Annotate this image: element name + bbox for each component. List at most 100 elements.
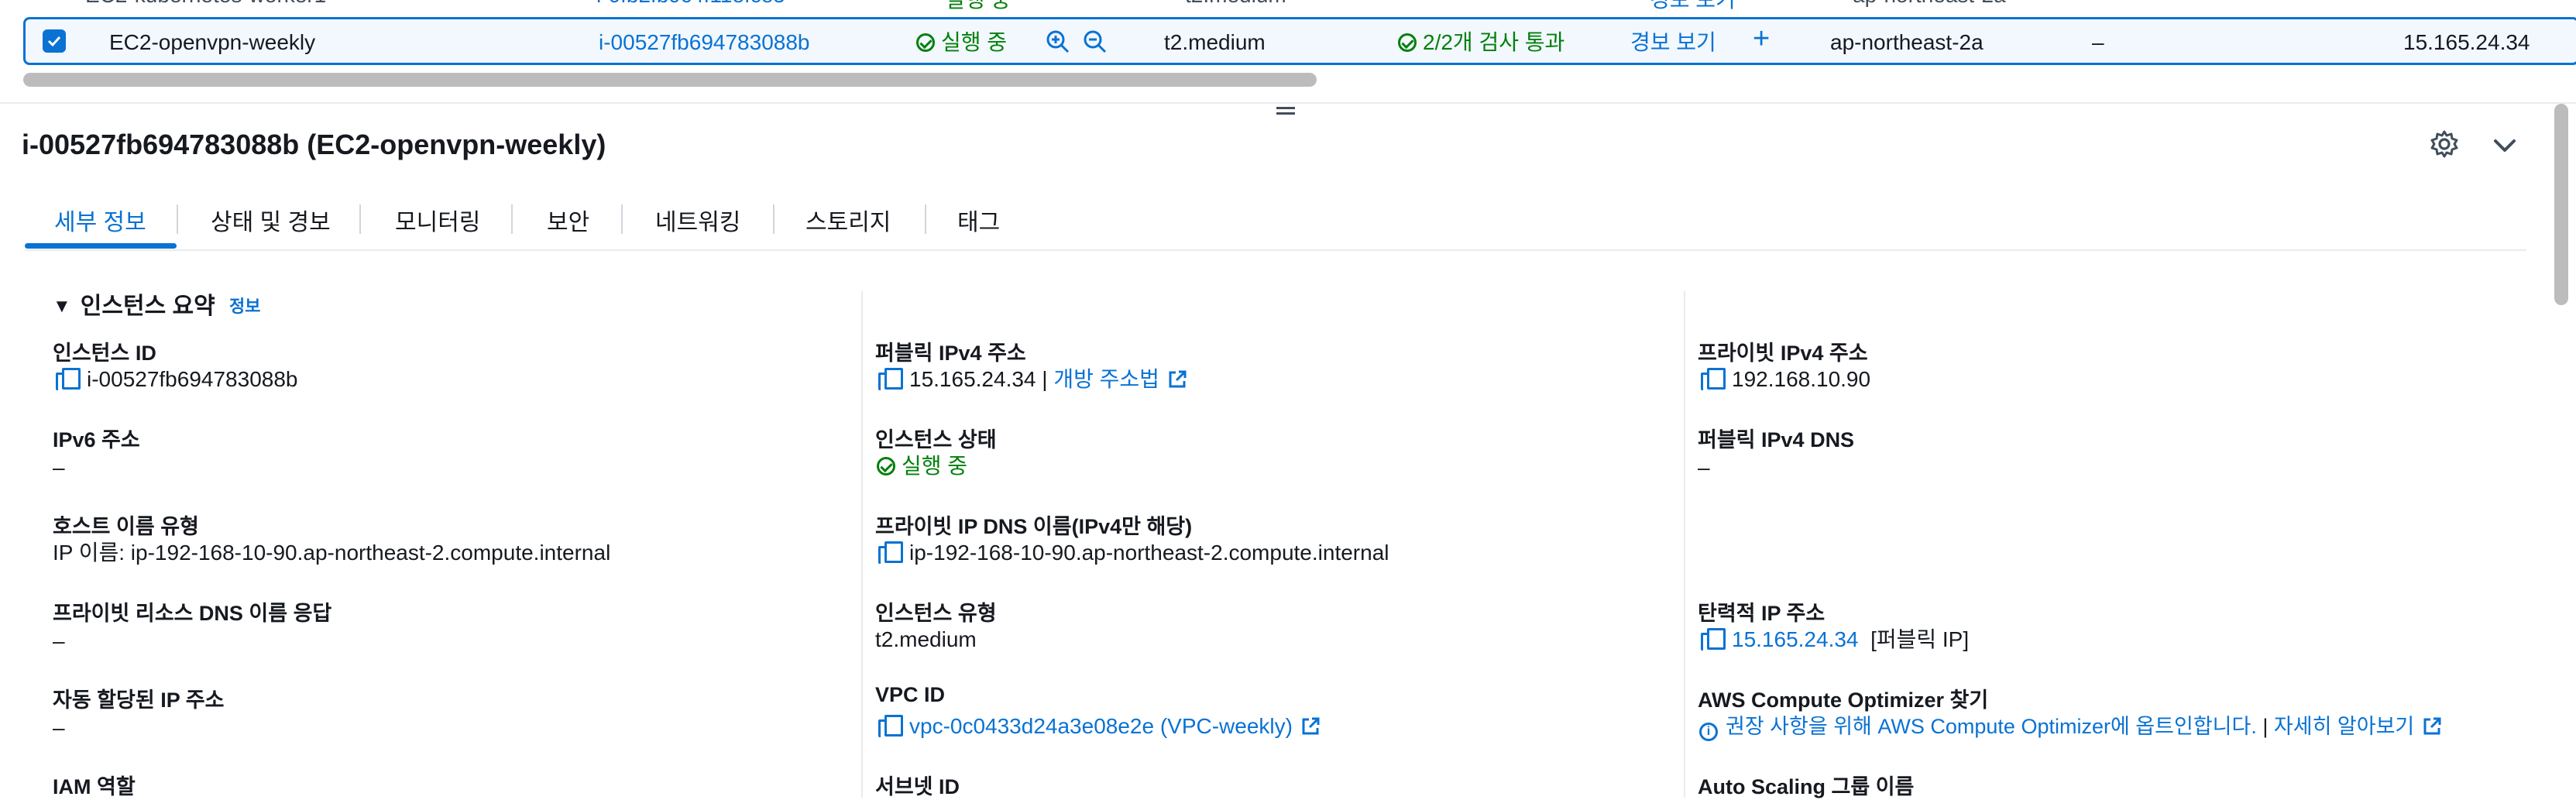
split-panel-drag-handle[interactable] bbox=[1276, 105, 1295, 116]
copy-icon[interactable] bbox=[878, 715, 903, 738]
table-row-selected[interactable]: EC2-openvpn-weekly i-00527fb694783088b 실… bbox=[23, 17, 2576, 65]
active-tab-indicator bbox=[25, 243, 177, 249]
external-link-icon[interactable] bbox=[2422, 716, 2442, 736]
vpc-id-label: VPC ID bbox=[875, 683, 946, 706]
resource-dns-label: 프라이빗 리소스 DNS 이름 응답 bbox=[53, 602, 332, 625]
caret-down-icon: ▼ bbox=[53, 296, 71, 317]
prev-row-alarm-link[interactable]: 경보 보기 bbox=[1650, 0, 1736, 14]
row-state-text: 실행 중 bbox=[941, 30, 1008, 54]
tab-status-alarms[interactable]: 상태 및 경보 bbox=[211, 203, 331, 237]
prev-row-name: EC2-kubernetes-worker1 bbox=[85, 0, 326, 8]
ipv6-label: IPv6 주소 bbox=[53, 428, 140, 452]
resource-dns-value: – bbox=[53, 629, 65, 653]
row-availability-zone: ap-northeast-2a bbox=[1830, 30, 1984, 54]
instance-id-text: i-00527fb694783088b bbox=[87, 367, 298, 391]
row-instance-id-link[interactable]: i-00527fb694783088b bbox=[599, 31, 809, 54]
copy-icon[interactable] bbox=[1701, 628, 1726, 651]
public-dns-value: – bbox=[1698, 455, 1710, 479]
hostname-type-label: 호스트 이름 유형 bbox=[53, 515, 199, 538]
private-dns-label: 프라이빗 IP DNS 이름(IPv4만 해당) bbox=[875, 515, 1193, 538]
iam-role-label: IAM 역할 bbox=[53, 775, 136, 798]
vpc-id-link[interactable]: vpc-0c0433d24a3e08e2e (VPC-weekly) bbox=[909, 714, 1293, 738]
tab-divider bbox=[773, 204, 775, 234]
instance-state-text: 실행 중 bbox=[902, 454, 968, 478]
success-icon bbox=[1398, 33, 1417, 52]
table-row-previous[interactable]: EC2-kubernetes-worker1 i-0fb2fb9c4f11efc… bbox=[23, 0, 2548, 12]
optimizer-value: i 권장 사항을 위해 AWS Compute Optimizer에 옵트인합니다… bbox=[1699, 714, 2442, 741]
hostname-type-value: IP 이름: ip-192-168-10-90.ap-northeast-2.c… bbox=[53, 541, 611, 565]
open-address-link[interactable]: 개방 주소법 bbox=[1053, 367, 1159, 391]
asg-name-label: Auto Scaling 그룹 이름 bbox=[1698, 775, 1915, 798]
tab-details[interactable]: 세부 정보 bbox=[54, 203, 146, 237]
public-ipv4-text: 15.165.24.34 bbox=[909, 367, 1036, 391]
instance-state-value: 실행 중 bbox=[877, 454, 967, 479]
learn-more-link[interactable]: 자세히 알아보기 bbox=[2274, 715, 2414, 738]
add-alarm-button[interactable]: + bbox=[1753, 24, 1770, 53]
elastic-ip-value: 15.165.24.34 [퍼블릭 IP] bbox=[1701, 627, 1969, 652]
instance-type-value: t2.medium bbox=[875, 627, 977, 651]
info-icon: i bbox=[1699, 723, 1718, 741]
auto-ip-label: 자동 할당된 IP 주소 bbox=[53, 688, 225, 712]
tab-divider bbox=[925, 204, 926, 234]
check-icon bbox=[47, 36, 61, 47]
private-ipv4-value: 192.168.10.90 bbox=[1701, 367, 1870, 392]
page-title: i-00527fb694783088b (EC2-openvpn-weekly) bbox=[22, 129, 606, 160]
row-status-check-text: 2/2개 검사 통과 bbox=[1423, 30, 1565, 54]
row-alarm-link[interactable]: 경보 보기 bbox=[1630, 31, 1716, 54]
private-dns-value: ip-192-168-10-90.ap-northeast-2.compute.… bbox=[878, 541, 1389, 565]
column-divider bbox=[1684, 291, 1685, 798]
copy-icon[interactable] bbox=[878, 368, 903, 391]
elastic-ip-suffix: [퍼블릭 IP] bbox=[1870, 627, 1970, 651]
copy-icon[interactable] bbox=[56, 368, 81, 391]
separator: | bbox=[2262, 715, 2269, 738]
instance-summary-toggle[interactable]: ▼ 인스턴스 요약 bbox=[53, 287, 215, 321]
tab-security[interactable]: 보안 bbox=[547, 203, 589, 237]
info-link[interactable]: 정보 bbox=[229, 293, 260, 318]
detail-tabs: 세부 정보 상태 및 경보 모니터링 보안 네트워킹 스토리지 태그 bbox=[25, 198, 2526, 251]
private-dns-text: ip-192-168-10-90.ap-northeast-2.compute.… bbox=[909, 541, 1389, 565]
external-link-icon[interactable] bbox=[1300, 716, 1321, 736]
zoom-out-icon[interactable] bbox=[1082, 29, 1108, 55]
tab-networking[interactable]: 네트워킹 bbox=[655, 203, 740, 237]
subnet-id-label: 서브넷 ID bbox=[875, 775, 960, 798]
tab-monitoring[interactable]: 모니터링 bbox=[395, 203, 480, 237]
instance-id-value: i-00527fb694783088b bbox=[56, 367, 297, 392]
elastic-ip-label: 탄력적 IP 주소 bbox=[1698, 602, 1826, 625]
prev-row-instance-id[interactable]: i-0fb2fb9c4f11efce5 bbox=[596, 0, 785, 8]
ipv6-value: – bbox=[53, 455, 65, 479]
separator: | bbox=[1042, 367, 1048, 391]
row-status-check: 2/2개 검사 통과 bbox=[1398, 31, 1564, 54]
vpc-id-value: vpc-0c0433d24a3e08e2e (VPC-weekly) bbox=[878, 714, 1321, 739]
tab-divider bbox=[621, 204, 623, 234]
public-ipv4-label: 퍼블릭 IPv4 주소 bbox=[875, 342, 1026, 365]
chevron-down-icon[interactable] bbox=[2489, 130, 2520, 161]
zoom-in-icon[interactable] bbox=[1045, 29, 1071, 55]
instance-id-label: 인스턴스 ID bbox=[53, 342, 156, 365]
row-checkbox[interactable] bbox=[43, 29, 66, 53]
gear-icon[interactable] bbox=[2429, 129, 2460, 160]
tab-divider bbox=[177, 204, 178, 234]
prev-row-state: 실행 중 bbox=[945, 0, 1011, 14]
prev-row-az: ap-northeast-2a bbox=[1853, 0, 2006, 8]
public-ipv4-value: 15.165.24.34 | 개방 주소법 bbox=[878, 367, 1187, 392]
copy-icon[interactable] bbox=[1701, 368, 1726, 391]
tab-divider bbox=[359, 204, 361, 234]
optimizer-opt-in-link[interactable]: 권장 사항을 위해 AWS Compute Optimizer에 옵트인합니다. bbox=[1726, 715, 2257, 738]
prev-row-type: t2.medium bbox=[1185, 0, 1286, 8]
tab-tags[interactable]: 태그 bbox=[957, 203, 1000, 237]
success-icon bbox=[877, 457, 895, 476]
horizontal-scrollbar[interactable] bbox=[23, 73, 1317, 87]
instance-type-label: 인스턴스 유형 bbox=[875, 602, 997, 625]
row-dash: – bbox=[2092, 30, 2104, 54]
external-link-icon[interactable] bbox=[1167, 369, 1187, 390]
row-state: 실행 중 bbox=[916, 31, 1007, 54]
private-ipv4-text: 192.168.10.90 bbox=[1732, 367, 1871, 391]
copy-icon[interactable] bbox=[878, 541, 903, 565]
tab-storage[interactable]: 스토리지 bbox=[805, 203, 891, 237]
row-name: EC2-openvpn-weekly bbox=[109, 30, 316, 54]
instance-state-label: 인스턴스 상태 bbox=[875, 428, 997, 452]
tab-divider bbox=[511, 204, 513, 234]
vertical-scrollbar[interactable] bbox=[2554, 104, 2568, 305]
success-icon bbox=[916, 33, 935, 52]
elastic-ip-link[interactable]: 15.165.24.34 bbox=[1732, 627, 1859, 651]
